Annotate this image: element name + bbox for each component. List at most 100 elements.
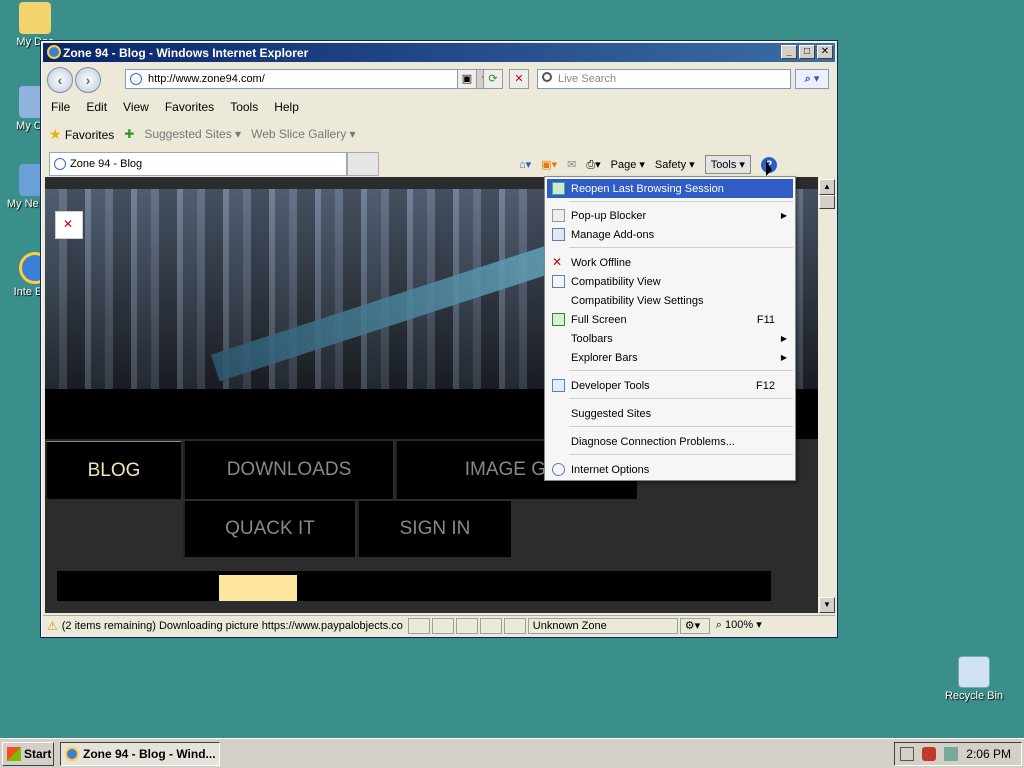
nav-downloads[interactable]: DOWNLOADS bbox=[183, 441, 393, 499]
favorites-bar: ★ Favorites ✚ Suggested Sites ▾ Web Slic… bbox=[43, 121, 835, 147]
security-shield-icon[interactable] bbox=[922, 747, 937, 761]
menu-file[interactable]: File bbox=[43, 100, 78, 114]
status-message: (2 items remaining) Downloading picture … bbox=[61, 619, 403, 632]
favorites-button[interactable]: ★ Favorites bbox=[49, 126, 114, 143]
menu-favorites[interactable]: Favorites bbox=[157, 100, 222, 114]
menu-item-suggested-sites[interactable]: Suggested Sites bbox=[547, 404, 793, 423]
page-icon bbox=[54, 158, 66, 170]
zone-indicator[interactable]: Unknown Zone bbox=[527, 617, 678, 634]
separator bbox=[569, 370, 793, 371]
zoom-icon: ⌕ bbox=[715, 618, 722, 631]
page-icon bbox=[130, 73, 142, 85]
folder-icon bbox=[19, 2, 51, 34]
start-button[interactable]: Start bbox=[2, 742, 54, 766]
compatibility-view-icon bbox=[552, 275, 565, 288]
menu-item-reopen-session[interactable]: Reopen Last Browsing Session bbox=[547, 179, 793, 198]
menu-item-developer-tools[interactable]: Developer Tools F12 bbox=[547, 376, 793, 395]
minimize-button[interactable]: _ bbox=[781, 45, 797, 59]
page-menu-button[interactable]: Page ▾ bbox=[611, 158, 645, 171]
menu-edit[interactable]: Edit bbox=[78, 100, 115, 114]
new-tab-button[interactable] bbox=[347, 152, 379, 176]
ie-icon bbox=[65, 747, 79, 761]
broken-image-icon bbox=[55, 211, 83, 239]
clock: 2:06 PM bbox=[966, 747, 1011, 761]
search-button[interactable]: ⌕ ▾ bbox=[795, 69, 829, 89]
add-favorite-icon[interactable]: ✚ bbox=[124, 127, 134, 141]
status-cell bbox=[479, 617, 502, 634]
windows-flag-icon bbox=[7, 747, 21, 761]
search-input[interactable]: Live Search bbox=[537, 69, 791, 89]
network-icon[interactable] bbox=[944, 747, 959, 761]
menu-item-full-screen[interactable]: Full Screen F11 bbox=[547, 310, 793, 329]
submenu-arrow-icon: ▶ bbox=[780, 211, 787, 220]
nav-blog[interactable]: BLOG bbox=[45, 441, 181, 499]
close-button[interactable]: ✕ bbox=[817, 45, 833, 59]
keyboard-icon[interactable] bbox=[900, 747, 915, 761]
back-button[interactable]: ‹ bbox=[47, 67, 73, 93]
recycle-bin-icon bbox=[958, 656, 990, 688]
menu-bar: File Edit View Favorites Tools Help bbox=[43, 97, 835, 117]
menu-item-compatibility-view[interactable]: Compatibility View bbox=[547, 272, 793, 291]
mail-icon[interactable]: ✉ bbox=[567, 158, 576, 171]
menu-help[interactable]: Help bbox=[266, 100, 307, 114]
safety-menu-button[interactable]: Safety ▾ bbox=[655, 158, 695, 171]
status-bar: ⚠ (2 items remaining) Downloading pictur… bbox=[43, 615, 835, 635]
scroll-up-icon[interactable]: ▲ bbox=[819, 179, 835, 195]
suggested-sites-button[interactable]: Suggested Sites ▾ bbox=[144, 127, 241, 141]
forward-button[interactable]: › bbox=[75, 67, 101, 93]
status-cell bbox=[455, 617, 478, 634]
full-screen-icon bbox=[552, 313, 565, 326]
nav-quack-it[interactable]: QUACK IT bbox=[183, 501, 355, 557]
print-icon[interactable]: ⎙▾ bbox=[586, 158, 600, 172]
vertical-scrollbar[interactable]: ▲ ▼ bbox=[819, 179, 835, 613]
status-cell bbox=[503, 617, 526, 634]
refresh-icon[interactable]: ⟳ bbox=[483, 69, 503, 89]
mouse-cursor bbox=[766, 160, 772, 176]
menu-item-internet-options[interactable]: Internet Options bbox=[547, 460, 793, 479]
web-slice-gallery-button[interactable]: Web Slice Gallery ▾ bbox=[251, 127, 356, 141]
title-bar[interactable]: Zone 94 - Blog - Windows Internet Explor… bbox=[43, 43, 835, 62]
compatibility-view-icon[interactable]: ▣ bbox=[457, 69, 477, 89]
menu-view[interactable]: View bbox=[115, 100, 157, 114]
developer-tools-icon bbox=[552, 379, 565, 392]
home-icon[interactable]: ⌂▾ bbox=[519, 158, 531, 171]
submenu-arrow-icon: ▶ bbox=[780, 353, 787, 362]
ie-icon bbox=[47, 45, 61, 59]
menu-item-toolbars[interactable]: Toolbars ▶ bbox=[547, 329, 793, 348]
window-title: Zone 94 - Blog - Windows Internet Explor… bbox=[63, 45, 309, 60]
separator bbox=[569, 398, 793, 399]
internet-options-icon bbox=[552, 463, 565, 476]
search-icon bbox=[542, 72, 552, 82]
tools-menu-button[interactable]: Tools ▾ bbox=[704, 155, 751, 174]
tab-zone94-blog[interactable]: Zone 94 - Blog bbox=[49, 152, 347, 176]
separator bbox=[569, 247, 793, 248]
menu-item-diagnose[interactable]: Diagnose Connection Problems... bbox=[547, 432, 793, 451]
menu-item-manage-addons[interactable]: Manage Add-ons bbox=[547, 225, 793, 244]
star-icon: ★ bbox=[49, 125, 62, 142]
address-row: ‹ › http://www.zone94.com/ ▼ ▣ ⟳ ✕ Live … bbox=[43, 63, 835, 95]
address-bar[interactable]: http://www.zone94.com/ ▼ bbox=[125, 69, 493, 89]
feeds-icon[interactable]: ▣▾ bbox=[541, 158, 557, 171]
menu-item-explorer-bars[interactable]: Explorer Bars ▶ bbox=[547, 348, 793, 367]
zoom-control[interactable]: ⌕ 100% ▾ bbox=[712, 618, 774, 634]
status-cell bbox=[407, 617, 430, 634]
addons-icon bbox=[552, 228, 565, 241]
submenu-arrow-icon: ▶ bbox=[780, 334, 787, 343]
scroll-down-icon[interactable]: ▼ bbox=[819, 597, 835, 613]
separator bbox=[569, 454, 793, 455]
warning-icon: ⚠ bbox=[47, 618, 58, 633]
scroll-thumb[interactable] bbox=[819, 195, 835, 209]
desktop-icon-recycle-bin[interactable]: Recycle Bin bbox=[938, 656, 1010, 702]
highlight-block bbox=[219, 575, 297, 601]
taskbar-item-ie[interactable]: Zone 94 - Blog - Wind... bbox=[60, 742, 220, 766]
menu-tools[interactable]: Tools bbox=[222, 100, 266, 114]
nav-sign-in[interactable]: SIGN IN bbox=[357, 501, 511, 557]
maximize-button[interactable]: □ bbox=[799, 45, 815, 59]
menu-item-work-offline[interactable]: ✕ Work Offline bbox=[547, 253, 793, 272]
stop-icon[interactable]: ✕ bbox=[509, 69, 529, 89]
menu-item-popup-blocker[interactable]: Pop-up Blocker ▶ bbox=[547, 206, 793, 225]
menu-item-compatibility-settings[interactable]: Compatibility View Settings bbox=[547, 291, 793, 310]
popup-blocker-icon bbox=[552, 209, 565, 222]
protected-mode-icon[interactable]: ⚙▾ bbox=[679, 617, 710, 634]
separator bbox=[569, 201, 793, 202]
